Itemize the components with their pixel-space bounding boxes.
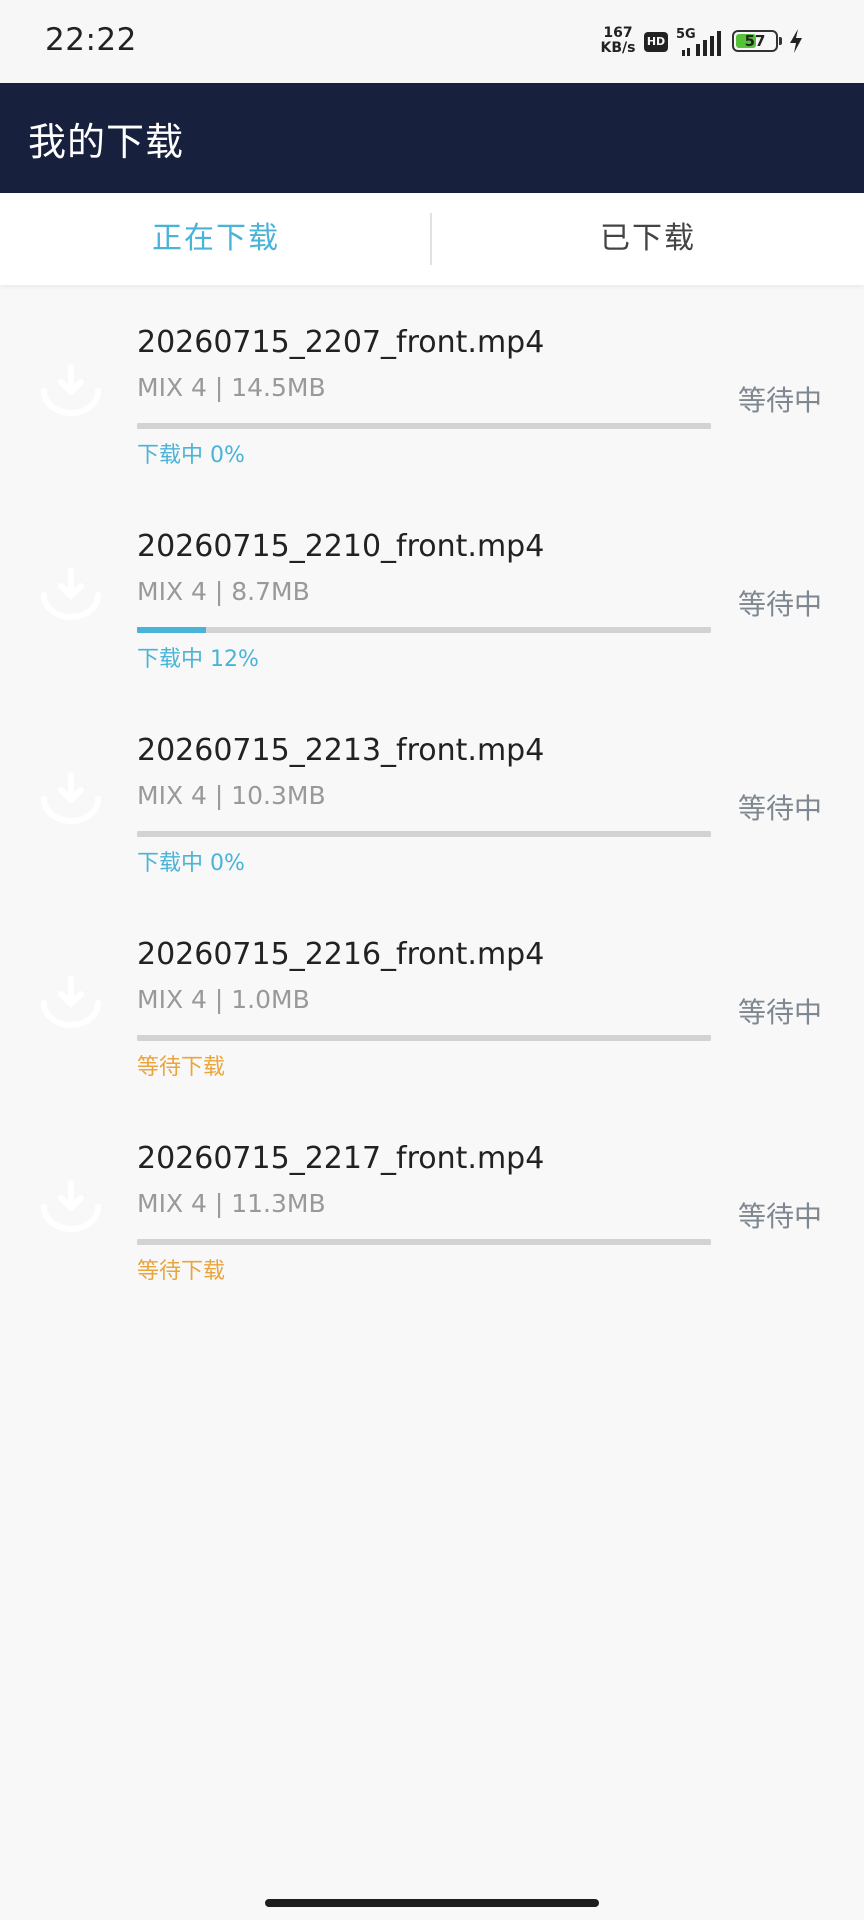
file-name: 20260715_2210_front.mp4: [137, 529, 545, 564]
queue-state-button[interactable]: 等待中: [738, 1195, 822, 1235]
download-icon: [41, 772, 101, 824]
download-status: 下载中 0%: [137, 851, 245, 876]
app-bar: 我的下载: [0, 83, 864, 193]
file-name: 20260715_2207_front.mp4: [137, 325, 545, 360]
download-icon: [41, 1180, 101, 1232]
download-item[interactable]: 20260715_2216_front.mp4 MIX 4 | 1.0MB 等待…: [0, 897, 864, 1101]
tab-bar: 正在下载 已下载: [0, 193, 864, 285]
download-icon: [41, 568, 101, 620]
download-status: 下载中 12%: [137, 647, 259, 672]
tab-downloading[interactable]: 正在下载: [0, 193, 432, 285]
queue-state-button[interactable]: 等待中: [738, 583, 822, 623]
download-item[interactable]: 20260715_2210_front.mp4 MIX 4 | 8.7MB 下载…: [0, 489, 864, 693]
page-title: 我的下载: [28, 120, 185, 164]
download-icon: [41, 364, 101, 416]
hd-badge: HD: [644, 32, 668, 52]
download-status: 下载中 0%: [137, 443, 245, 468]
progress-bar: [137, 627, 711, 633]
network-speed: 167 KB/s: [598, 26, 638, 56]
download-status: 等待下载: [137, 1055, 226, 1080]
download-status: 等待下载: [137, 1259, 226, 1284]
file-meta: MIX 4 | 14.5MB: [137, 373, 326, 402]
download-item[interactable]: 20260715_2207_front.mp4 MIX 4 | 14.5MB 下…: [0, 285, 864, 489]
network-speed-value: 167: [603, 25, 633, 41]
battery-icon: 57: [732, 30, 778, 52]
file-meta: MIX 4 | 8.7MB: [137, 577, 310, 606]
file-meta: MIX 4 | 1.0MB: [137, 985, 310, 1014]
download-item[interactable]: 20260715_2213_front.mp4 MIX 4 | 10.3MB 下…: [0, 693, 864, 897]
battery-cap: [779, 37, 782, 45]
status-time: 22:22: [45, 22, 137, 58]
queue-state-button[interactable]: 等待中: [738, 379, 822, 419]
tab-downloaded[interactable]: 已下载: [432, 193, 864, 285]
download-item[interactable]: 20260715_2217_front.mp4 MIX 4 | 11.3MB 等…: [0, 1101, 864, 1305]
progress-bar: [137, 423, 711, 429]
progress-bar: [137, 1035, 711, 1041]
queue-state-button[interactable]: 等待中: [738, 991, 822, 1031]
status-bar: 22:22 167 KB/s HD 5G 57: [0, 0, 864, 83]
queue-state-button[interactable]: 等待中: [738, 787, 822, 827]
file-name: 20260715_2216_front.mp4: [137, 937, 545, 972]
battery-level-text: 57: [744, 32, 766, 50]
progress-bar: [137, 831, 711, 837]
download-icon: [41, 976, 101, 1028]
charging-bolt-icon: [790, 29, 802, 53]
file-name: 20260715_2217_front.mp4: [137, 1141, 545, 1176]
network-speed-unit: KB/s: [600, 40, 636, 56]
file-meta: MIX 4 | 11.3MB: [137, 1189, 326, 1218]
file-name: 20260715_2213_front.mp4: [137, 733, 545, 768]
home-indicator[interactable]: [265, 1899, 599, 1907]
file-meta: MIX 4 | 10.3MB: [137, 781, 326, 810]
progress-bar: [137, 1239, 711, 1245]
status-icons: 167 KB/s HD 5G 57: [598, 22, 838, 62]
progress-fill: [137, 627, 206, 633]
signal-icon: [682, 31, 721, 56]
